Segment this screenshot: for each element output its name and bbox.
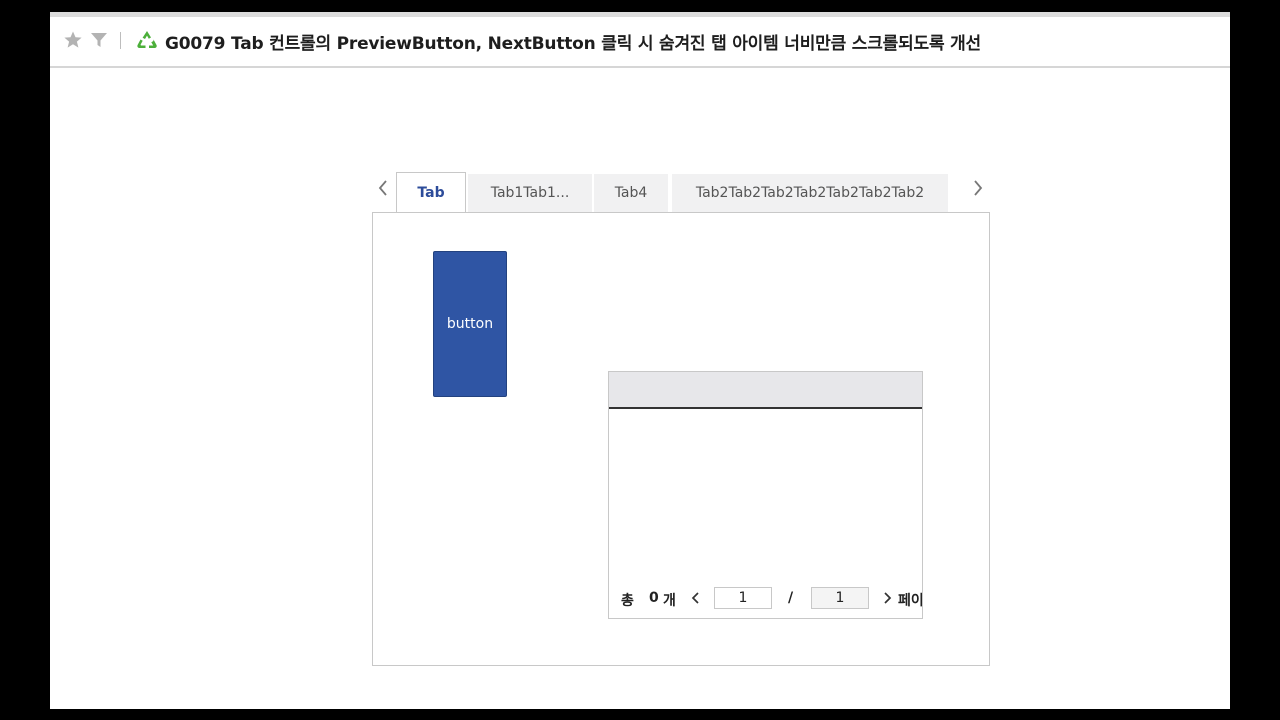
total-prefix: 총 [621, 593, 634, 609]
data-grid: 총 0 개 / 페이 [608, 371, 923, 619]
pager-next-button[interactable] [880, 589, 894, 607]
total-count: 0 [649, 590, 659, 606]
page-label: 페이 [898, 593, 922, 609]
filter-icon[interactable] [89, 30, 109, 50]
current-page-input[interactable] [714, 587, 772, 609]
button-label: button [446, 316, 494, 332]
recycle-icon [136, 29, 158, 51]
tab-content-panel: button 총 0 개 / 페이 [372, 212, 990, 666]
tab-strip: Tab Tab1Tab1... Tab4 Tab2Tab2Tab2Tab2Tab… [396, 172, 952, 212]
page-separator: / [788, 590, 794, 606]
tab-label: Tab1Tab1... [490, 185, 570, 201]
tab-label: Tab [417, 184, 445, 201]
tab-prev-button[interactable] [373, 170, 393, 210]
total-pages-field [811, 587, 869, 609]
grid-pager: 총 0 개 / 페이 [609, 580, 922, 618]
tab-item-tab2[interactable]: Tab2Tab2Tab2Tab2Tab2Tab2Tab2 [672, 174, 948, 212]
chevron-right-icon [972, 179, 984, 201]
pager-prev-button[interactable] [689, 589, 703, 607]
tab-label: Tab2Tab2Tab2Tab2Tab2Tab2Tab2 [695, 185, 925, 201]
tab-item-tab4[interactable]: Tab4 [594, 174, 668, 212]
tab-item-tab1[interactable]: Tab1Tab1... [468, 174, 592, 212]
grid-header [609, 372, 922, 409]
total-suffix: 개 [663, 593, 676, 609]
toolbar-divider [120, 32, 121, 49]
title-bar: G0079 Tab 컨트롤의 PreviewButton, NextButton… [50, 17, 1230, 68]
chevron-left-icon [377, 179, 389, 201]
tab-item-tab[interactable]: Tab [396, 172, 466, 212]
tab-label: Tab4 [614, 185, 648, 201]
page-title: G0079 Tab 컨트롤의 PreviewButton, NextButton… [165, 34, 981, 54]
content-button[interactable]: button [433, 251, 507, 397]
tab-next-button[interactable] [968, 170, 988, 210]
chevron-right-icon [880, 592, 894, 611]
star-icon[interactable] [63, 30, 83, 50]
chevron-left-icon [689, 592, 703, 611]
